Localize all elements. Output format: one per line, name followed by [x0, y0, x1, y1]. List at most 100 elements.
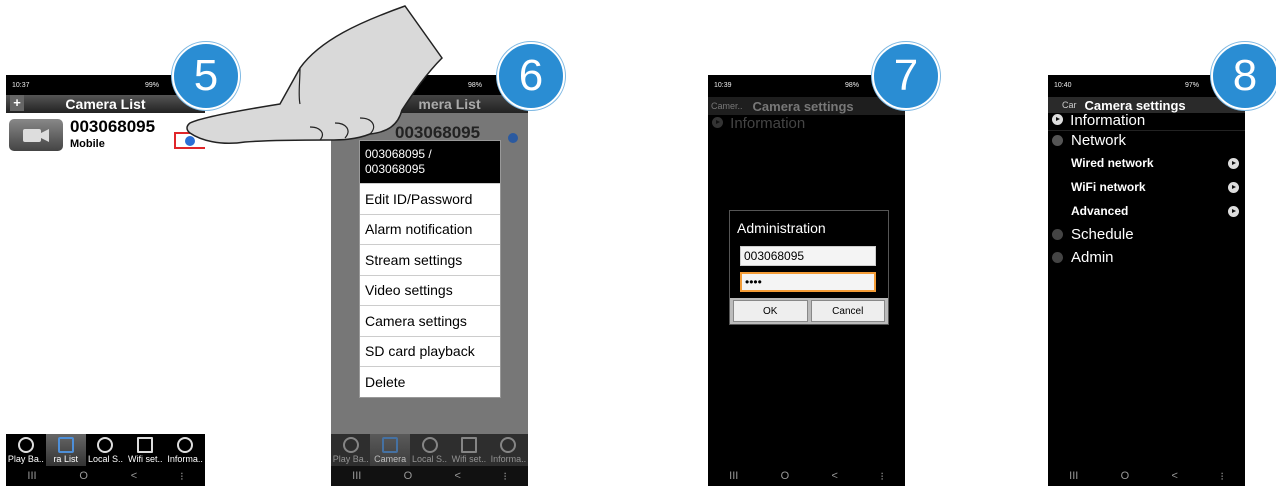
tab-label: Local S..	[412, 454, 448, 464]
step-badge-5: 5	[172, 42, 240, 110]
settings-item-wired-network[interactable]: Wired network	[1048, 153, 1245, 173]
status-battery: 97%	[1184, 81, 1199, 89]
camera-list-icon	[382, 437, 399, 453]
camera-details-button[interactable]	[174, 132, 205, 149]
phone-screen-camera-list: 10:37 99% + Camera List 003068095 Mobile…	[6, 75, 205, 486]
tab-wifi-settings[interactable]: Wifi set..	[125, 434, 165, 466]
menu-item-sd-card-playback[interactable]: SD card playback	[360, 335, 500, 367]
camera-type: Mobile	[70, 138, 105, 150]
more-button[interactable]: ⁝	[180, 470, 184, 483]
bottom-tab-bar: Play Ba.. ra List Local S.. Wifi set.. I…	[6, 434, 205, 466]
search-icon	[97, 437, 114, 453]
home-button[interactable]: O	[781, 470, 790, 482]
step-badge-8: 8	[1211, 42, 1276, 110]
back-label[interactable]: Car	[1062, 100, 1077, 110]
section-schedule[interactable]: Schedule	[1048, 225, 1245, 243]
playback-icon	[342, 437, 359, 453]
section-label: Admin	[1071, 248, 1114, 266]
expand-icon	[1052, 251, 1063, 263]
info-icon	[177, 437, 194, 453]
system-nav-bar: III O < ⁝	[708, 466, 905, 486]
dialog-button-bar: OK Cancel	[730, 298, 888, 324]
recent-apps-button[interactable]: III	[1069, 470, 1078, 482]
settings-item-wifi-network[interactable]: WiFi network	[1048, 177, 1245, 197]
back-button[interactable]: <	[832, 470, 838, 482]
more-button[interactable]: ⁝	[503, 470, 507, 483]
status-time: 10:37	[12, 81, 30, 89]
add-button[interactable]: +	[10, 95, 24, 111]
tab-camera-list[interactable]: ra List	[45, 434, 86, 466]
status-battery: 98%	[467, 81, 482, 89]
tab-label: Informa..	[167, 454, 203, 464]
settings-item-advanced[interactable]: Advanced	[1048, 201, 1245, 221]
tab-information: Informa..	[489, 434, 528, 466]
tab-wifi-settings: Wifi set..	[449, 434, 488, 466]
title-bar: Camer.. Camera settings	[708, 97, 905, 115]
item-label: Wired network	[1071, 156, 1154, 170]
tab-label: Local S..	[87, 454, 123, 464]
tab-label: Informa..	[490, 454, 527, 464]
section-label: Network	[1071, 131, 1127, 149]
section-network[interactable]: Network	[1048, 130, 1245, 149]
title-bar: mera List	[331, 95, 528, 113]
recent-apps-button[interactable]: III	[729, 470, 738, 482]
page-title: Camera List	[65, 96, 146, 112]
ok-button[interactable]: OK	[733, 300, 808, 322]
tab-information[interactable]: Informa..	[165, 434, 205, 466]
id-field[interactable]	[740, 246, 876, 266]
phone-screen-context-menu: 98% mera List 003068095 003068095 / 0030…	[331, 75, 528, 486]
phone-screen-admin-login: 10:39 98% Camer.. Camera settings Inform…	[708, 75, 905, 486]
menu-item-video-settings[interactable]: Video settings	[360, 274, 500, 306]
home-button[interactable]: O	[79, 470, 88, 482]
status-battery: 99%	[144, 81, 159, 89]
page-title: Camera settings	[752, 98, 854, 114]
back-button[interactable]: <	[455, 470, 461, 482]
back-button[interactable]: <	[1172, 470, 1178, 482]
status-battery: 98%	[844, 81, 859, 89]
tab-label: Wifi set..	[451, 454, 487, 464]
administration-dialog: Administration OK Cancel	[729, 210, 889, 325]
menu-item-edit-id-password[interactable]: Edit ID/Password	[360, 183, 500, 214]
recent-apps-button[interactable]: III	[352, 470, 361, 482]
search-icon	[421, 437, 438, 453]
section-label: Schedule	[1071, 225, 1134, 243]
section-information[interactable]: Information	[1048, 113, 1245, 126]
system-nav-bar: III O < ⁝	[331, 466, 528, 486]
expanded-icon	[1052, 134, 1063, 146]
expand-icon	[1052, 228, 1063, 240]
playback-icon	[17, 437, 34, 453]
camera-list-item[interactable]: 003068095 Mobile	[6, 115, 205, 155]
password-field[interactable]	[740, 272, 876, 292]
qr-code-icon	[137, 437, 154, 453]
back-label[interactable]: Camer..	[711, 101, 743, 111]
tab-playback[interactable]: Play Ba..	[6, 434, 46, 466]
chevron-right-icon	[1228, 157, 1239, 169]
cancel-button[interactable]: Cancel	[810, 300, 885, 322]
section-admin[interactable]: Admin	[1048, 248, 1245, 266]
system-nav-bar: III O < ⁝	[6, 466, 205, 486]
status-time: 10:40	[1054, 81, 1072, 89]
chevron-right-icon	[185, 136, 195, 146]
menu-item-alarm-notification[interactable]: Alarm notification	[360, 213, 500, 245]
bottom-tab-bar: Play Ba.. Camera Local S.. Wifi set.. In…	[331, 434, 528, 466]
recent-apps-button[interactable]: III	[27, 470, 36, 482]
item-label: Advanced	[1071, 204, 1129, 218]
menu-item-stream-settings[interactable]: Stream settings	[360, 244, 500, 275]
menu-item-delete[interactable]: Delete	[360, 366, 500, 397]
back-button[interactable]: <	[131, 470, 137, 482]
menu-item-camera-settings[interactable]: Camera settings	[360, 305, 500, 336]
context-menu: 003068095 / 003068095 Edit ID/Password A…	[359, 140, 501, 398]
home-button[interactable]: O	[404, 470, 413, 482]
more-button[interactable]: ⁝	[880, 470, 884, 483]
tab-label: Play Ba..	[332, 454, 369, 464]
more-button[interactable]: ⁝	[1220, 470, 1224, 483]
tab-label: Wifi set..	[128, 454, 163, 464]
tab-local-search[interactable]: Local S..	[86, 434, 126, 466]
status-time: 10:39	[714, 81, 732, 89]
camera-list-icon	[57, 437, 74, 453]
page-title: Camera settings	[1084, 97, 1186, 113]
step-badge-6: 6	[497, 42, 565, 110]
home-button[interactable]: O	[1121, 470, 1130, 482]
tab-label: Play Ba..	[7, 454, 44, 464]
section-label: Information	[1070, 113, 1146, 126]
